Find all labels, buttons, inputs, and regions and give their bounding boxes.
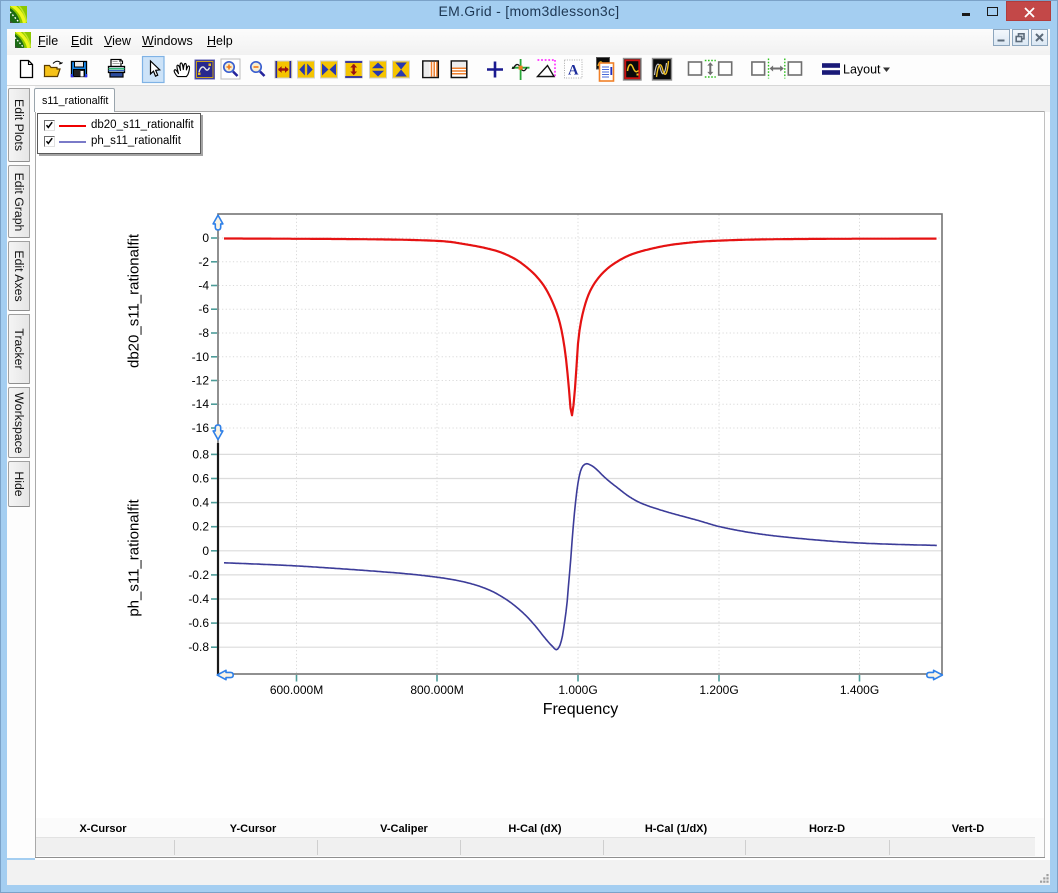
svg-text:800.000M: 800.000M: [410, 683, 463, 697]
svg-text:-12: -12: [192, 374, 210, 388]
svg-text:-6: -6: [198, 302, 209, 316]
svg-text:0.6: 0.6: [192, 472, 209, 486]
svg-text:0: 0: [202, 231, 209, 245]
svg-text:0.4: 0.4: [192, 496, 209, 510]
svg-text:-2: -2: [198, 255, 209, 269]
svg-text:-14: -14: [192, 397, 210, 411]
svg-text:0.2: 0.2: [192, 520, 209, 534]
svg-text:1.200G: 1.200G: [699, 683, 738, 697]
svg-text:1.400G: 1.400G: [840, 683, 879, 697]
svg-text:-0.8: -0.8: [188, 640, 209, 654]
svg-text:-8: -8: [198, 326, 209, 340]
svg-text:ph_s11_rationalfit: ph_s11_rationalfit: [126, 499, 143, 617]
svg-text:-16: -16: [192, 421, 210, 435]
svg-text:Frequency: Frequency: [543, 701, 619, 718]
svg-text:-0.2: -0.2: [188, 568, 209, 582]
svg-text:600.000M: 600.000M: [270, 683, 323, 697]
svg-text:-10: -10: [192, 350, 210, 364]
svg-text:-4: -4: [198, 279, 209, 293]
svg-text:0.8: 0.8: [192, 447, 209, 461]
svg-text:db20_s11_rationalfit: db20_s11_rationalfit: [126, 233, 143, 368]
svg-text:-0.4: -0.4: [188, 592, 209, 606]
svg-text:-0.6: -0.6: [188, 616, 209, 630]
svg-text:1.000G: 1.000G: [558, 683, 597, 697]
svg-text:0: 0: [202, 544, 209, 558]
